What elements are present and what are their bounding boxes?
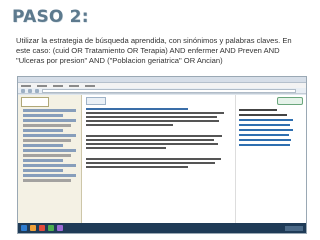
main-results — [82, 95, 236, 223]
result-text — [86, 147, 166, 149]
back-icon[interactable] — [21, 88, 25, 93]
result-text — [86, 124, 173, 126]
sidebar-link[interactable] — [23, 179, 72, 182]
panel-heading — [239, 114, 287, 116]
left-sidebar — [18, 95, 82, 223]
menu-item[interactable] — [53, 84, 63, 87]
taskbar-app-icon[interactable] — [57, 225, 63, 231]
result-text — [86, 158, 221, 160]
result-text — [86, 112, 224, 114]
sidebar-header — [21, 97, 78, 107]
sidebar-link[interactable] — [23, 139, 72, 142]
sidebar-link[interactable] — [23, 149, 76, 152]
page-content — [18, 95, 306, 223]
results-header — [86, 97, 231, 105]
sidebar-link[interactable] — [23, 169, 63, 172]
result-text — [86, 135, 223, 137]
menu-item[interactable] — [37, 84, 47, 87]
result-text — [86, 120, 220, 122]
menu-item[interactable] — [21, 84, 31, 87]
instructions-text: Utilizar la estrategia de búsqueda apren… — [16, 36, 292, 65]
panel-heading — [239, 109, 278, 111]
database-logo — [21, 97, 49, 107]
panel-link[interactable] — [239, 129, 294, 131]
result-text — [86, 166, 188, 168]
right-panel — [236, 95, 306, 223]
taskbar-app-icon[interactable] — [48, 225, 54, 231]
result-text — [86, 162, 216, 164]
panel-link[interactable] — [239, 144, 291, 146]
browser-toolbar — [18, 88, 306, 94]
panel-link[interactable] — [239, 119, 294, 121]
sidebar-link[interactable] — [23, 174, 76, 177]
sidebar-link[interactable] — [23, 129, 63, 132]
menu-item[interactable] — [85, 84, 95, 87]
system-tray — [285, 225, 303, 231]
panel-link[interactable] — [239, 124, 291, 126]
sidebar-link[interactable] — [23, 134, 76, 137]
taskbar-app-icon[interactable] — [30, 225, 36, 231]
os-taskbar — [18, 223, 306, 233]
sidebar-link[interactable] — [23, 119, 76, 122]
panel-link[interactable] — [239, 134, 289, 136]
sidebar-link[interactable] — [23, 109, 76, 112]
address-bar[interactable] — [42, 88, 296, 93]
result-text — [86, 139, 214, 141]
site-logo — [86, 97, 106, 105]
taskbar-app-icon[interactable] — [39, 225, 45, 231]
sidebar-link[interactable] — [23, 124, 72, 127]
result-title-link[interactable] — [86, 108, 188, 110]
panel-link[interactable] — [239, 139, 292, 141]
menu-item[interactable] — [69, 84, 79, 87]
result-text — [86, 143, 218, 145]
slide-title: PASO 2: — [12, 7, 89, 27]
sidebar-link[interactable] — [23, 144, 63, 147]
refresh-icon[interactable] — [35, 88, 39, 93]
forward-icon[interactable] — [28, 88, 32, 93]
partner-logo — [239, 97, 303, 106]
embedded-screenshot — [17, 76, 307, 234]
result-text — [86, 116, 217, 118]
sidebar-link[interactable] — [23, 164, 76, 167]
sidebar-link[interactable] — [23, 159, 63, 162]
start-icon[interactable] — [21, 225, 27, 231]
sidebar-link[interactable] — [23, 114, 63, 117]
sidebar-link[interactable] — [23, 154, 72, 157]
